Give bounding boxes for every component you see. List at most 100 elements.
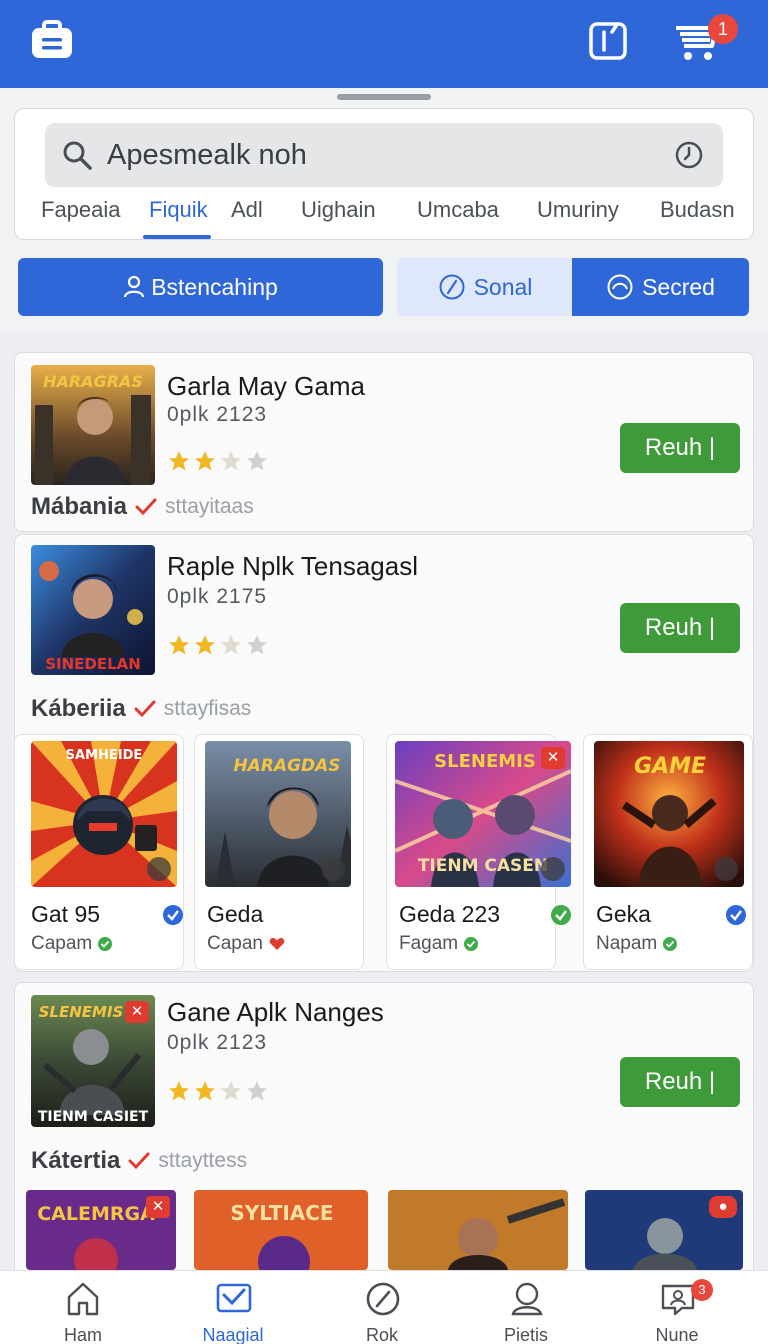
- get-button[interactable]: Reuh |: [620, 1057, 740, 1107]
- category-name: Mábania: [31, 493, 128, 520]
- drag-handle[interactable]: [337, 94, 431, 100]
- star-empty-icon: [221, 451, 241, 471]
- nav-item-mail[interactable]: Naagial: [173, 1271, 293, 1344]
- star-empty-icon: [221, 635, 241, 655]
- mini-subtitle: Capam: [31, 933, 113, 955]
- tab-category-7[interactable]: Budasn: [660, 197, 735, 223]
- game-subtitle: 0plk 2123: [167, 403, 268, 426]
- more-icon[interactable]: [714, 857, 738, 881]
- verified-icon: [726, 905, 746, 925]
- tab-category-2[interactable]: Fiquik: [149, 197, 208, 223]
- compass-icon: [439, 274, 465, 300]
- mini-thumbnail: HARAGDAS: [205, 741, 351, 887]
- mini-title: Gat 95: [31, 901, 101, 927]
- mini-game-card[interactable]: SLENEMIS TIENM CASEN ✕ Geda 223 Fagam: [386, 734, 571, 970]
- check-icon: [135, 498, 157, 516]
- profile-icon: [511, 1282, 543, 1316]
- get-button[interactable]: Reuh |: [620, 423, 740, 473]
- more-icon[interactable]: [147, 857, 171, 881]
- tab-category-5[interactable]: Umcaba: [417, 197, 499, 223]
- filter-tertiary-button[interactable]: Secred: [572, 258, 749, 316]
- mini-game-card[interactable]: GAME Geka Napam: [583, 734, 753, 970]
- svg-text:GAME: GAME: [634, 754, 706, 779]
- svg-text:HARAGDAS: HARAGDAS: [233, 756, 340, 776]
- check-icon: [128, 1152, 150, 1170]
- more-icon[interactable]: [321, 857, 345, 881]
- svg-text:SAMHEIDE: SAMHEIDE: [66, 748, 143, 763]
- star-empty-icon: [221, 1081, 241, 1101]
- tab-category-6[interactable]: Umuriny: [537, 197, 619, 223]
- ok-dot-icon: [98, 937, 113, 951]
- tab-category-1[interactable]: Fapeaia: [41, 197, 121, 223]
- mail-icon: [216, 1283, 252, 1313]
- game-title[interactable]: Raple Nplk Tensagasl: [167, 551, 418, 582]
- history-icon[interactable]: [673, 139, 705, 171]
- mini-thumbnail: SAMHEIDE: [31, 741, 177, 887]
- game-thumbnail: HARAGRAS: [31, 365, 155, 485]
- star-empty-icon: [247, 451, 267, 471]
- close-icon[interactable]: ✕: [125, 1001, 149, 1023]
- check-icon: [134, 700, 156, 718]
- mini-title: Geka: [596, 901, 651, 927]
- get-button[interactable]: Reuh |: [620, 603, 740, 653]
- category-name: Káberiia: [31, 695, 126, 722]
- bottom-navigation: Ham Naagial Rok Pietis 3 Nune: [0, 1270, 768, 1344]
- star-rating: [167, 633, 269, 657]
- partial-thumbnail[interactable]: ●: [585, 1190, 743, 1270]
- nav-label: Ham: [63, 1325, 102, 1344]
- video-badge-icon[interactable]: ●: [709, 1196, 737, 1218]
- star-filled-icon: [195, 1081, 215, 1101]
- star-filled-icon: [195, 635, 215, 655]
- filter-secondary-button[interactable]: Sonal: [397, 258, 573, 316]
- close-icon[interactable]: ✕: [146, 1196, 170, 1218]
- partial-thumbnail[interactable]: CALEMRGA ✕: [26, 1190, 176, 1270]
- share-icon[interactable]: [586, 18, 630, 62]
- thumbnail-text: SINEDELAN: [45, 655, 141, 673]
- star-filled-icon: [169, 1081, 189, 1101]
- nav-label: Naagial: [202, 1325, 264, 1344]
- svg-text:CALEMRGA: CALEMRGA: [37, 1203, 155, 1225]
- category-status: sttayitaas: [165, 495, 254, 518]
- filter-tertiary-label: Secred: [642, 273, 715, 300]
- gauge-icon: [607, 274, 633, 300]
- user-icon: [124, 275, 145, 298]
- close-icon[interactable]: ✕: [541, 747, 565, 769]
- nav-label: Rok: [365, 1325, 398, 1344]
- category-tabs: Fapeaia Fiquik Adl Uighain Umcaba Umurin…: [15, 193, 755, 241]
- cart-badge: 1: [708, 14, 738, 44]
- verified-icon: [163, 905, 183, 925]
- game-title[interactable]: Gane Aplk Nanges: [167, 997, 384, 1028]
- briefcase-icon[interactable]: [30, 20, 74, 60]
- svg-text:SYLTIACE: SYLTIACE: [230, 1201, 333, 1225]
- filter-primary-button[interactable]: Bstencahinp: [18, 258, 383, 316]
- search-icon: [63, 141, 92, 170]
- star-filled-icon: [195, 451, 215, 471]
- ok-dot-icon: [663, 937, 678, 951]
- search-input[interactable]: [107, 123, 647, 187]
- tab-category-4[interactable]: Uighain: [301, 197, 376, 223]
- game-title[interactable]: Garla May Gama: [167, 371, 365, 402]
- nav-item-profile[interactable]: Pietis: [466, 1271, 586, 1344]
- mini-subtitle: Fagam: [399, 933, 479, 955]
- get-button-label: Reuh: [644, 434, 703, 461]
- game-card[interactable]: HARAGRAS Garla May Gama 0plk 2123 Reuh |…: [14, 352, 754, 532]
- svg-text:SLENEMIS: SLENEMIS: [434, 751, 536, 772]
- partial-thumbnail[interactable]: SYLTIACE: [194, 1190, 368, 1270]
- mini-game-card[interactable]: SAMHEIDE Gat 95 Capam: [14, 734, 184, 970]
- home-icon: [67, 1282, 99, 1316]
- game-thumbnail: SINEDELAN: [31, 545, 155, 675]
- nav-item-home[interactable]: Ham: [23, 1271, 143, 1344]
- chat-badge: 3: [691, 1279, 713, 1301]
- mini-subtitle-text: Capam: [31, 933, 93, 954]
- more-icon[interactable]: [541, 857, 565, 881]
- mini-subtitle-text: Fagam: [399, 933, 459, 954]
- svg-text:TIENM CASIET: TIENM CASIET: [38, 1109, 149, 1125]
- partial-thumbnail[interactable]: [388, 1190, 568, 1270]
- tab-category-3[interactable]: Adl: [231, 197, 263, 223]
- nav-item-chat[interactable]: 3 Nune: [617, 1271, 737, 1344]
- star-rating: [167, 1079, 269, 1103]
- nav-item-compass[interactable]: Rok: [322, 1271, 442, 1344]
- mini-game-card[interactable]: HARAGDAS Geda Capan: [194, 734, 364, 970]
- game-category: Káberiia sttayfisas: [31, 695, 251, 723]
- star-rating: [167, 449, 269, 473]
